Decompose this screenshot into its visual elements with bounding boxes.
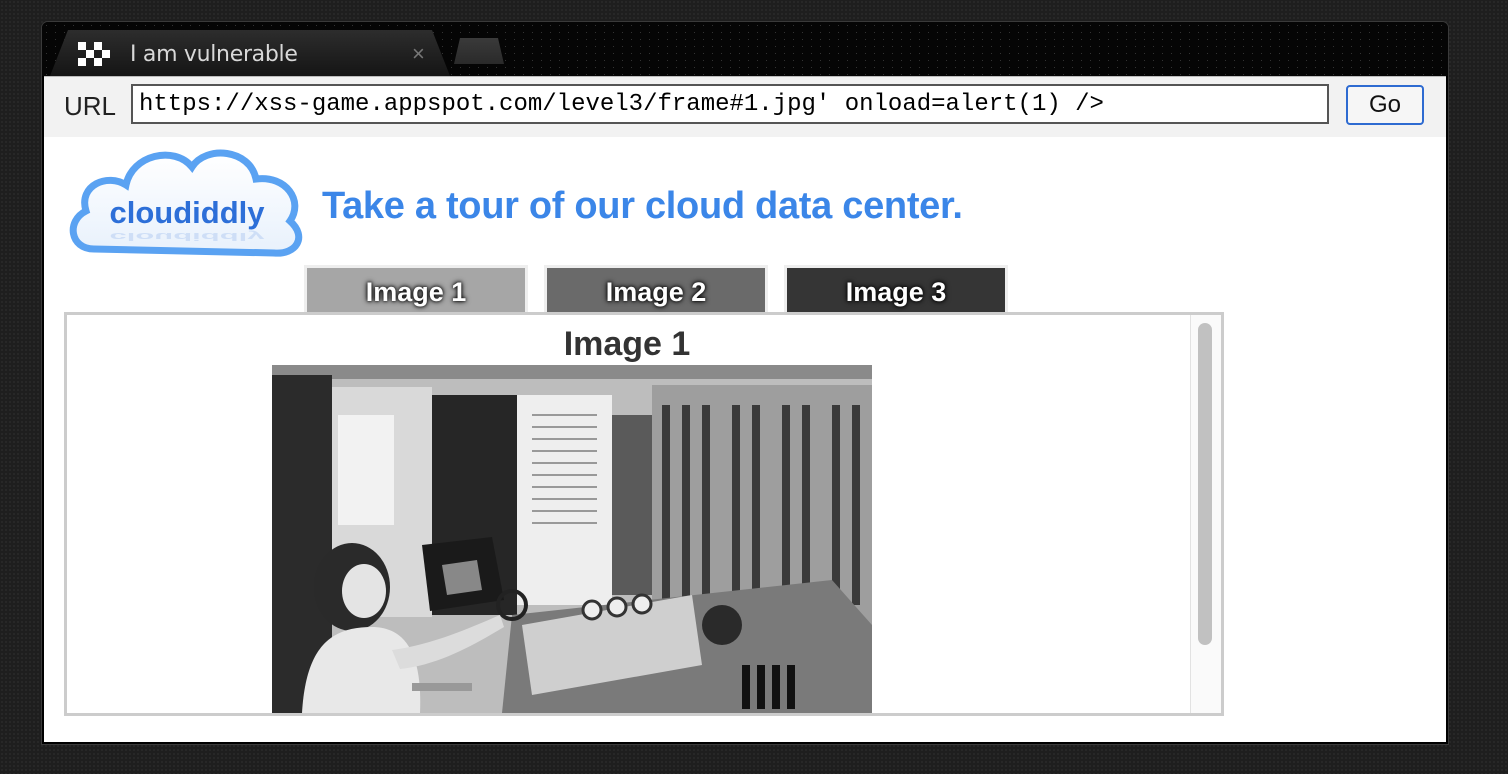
tab-image-2[interactable]: Image 2 xyxy=(544,265,768,312)
go-button[interactable]: Go xyxy=(1346,85,1424,125)
favicon-icon xyxy=(78,42,110,66)
svg-text:cloudiddly: cloudiddly xyxy=(110,231,265,243)
browser-window: I am vulnerable × URL Go cloudiddly clou… xyxy=(42,22,1448,744)
tab-image-3[interactable]: Image 3 xyxy=(784,265,1008,312)
panel-title: Image 1 xyxy=(563,325,691,363)
image-panel: Image 1 xyxy=(64,312,1224,716)
tab-strip: I am vulnerable × xyxy=(42,22,1448,76)
browser-tab[interactable]: I am vulnerable × xyxy=(50,30,450,76)
page-content: cloudiddly cloudiddly Take a tour of our… xyxy=(44,137,1446,742)
new-tab-button[interactable] xyxy=(454,38,504,64)
tab-title: I am vulnerable xyxy=(130,42,298,67)
url-label: URL xyxy=(64,91,117,121)
cloudiddly-logo: cloudiddly cloudiddly xyxy=(69,149,303,257)
page-headline: Take a tour of our cloud data center. xyxy=(322,185,963,227)
logo-text: cloudiddly xyxy=(110,195,266,230)
vintage-computer-photo xyxy=(272,365,872,713)
scrollbar[interactable] xyxy=(1190,315,1221,713)
tab-image-1[interactable]: Image 1 xyxy=(304,265,528,312)
close-icon[interactable]: × xyxy=(412,43,425,65)
scroll-thumb[interactable] xyxy=(1198,323,1212,645)
url-bar: URL Go xyxy=(44,76,1446,138)
url-input[interactable] xyxy=(131,84,1329,124)
